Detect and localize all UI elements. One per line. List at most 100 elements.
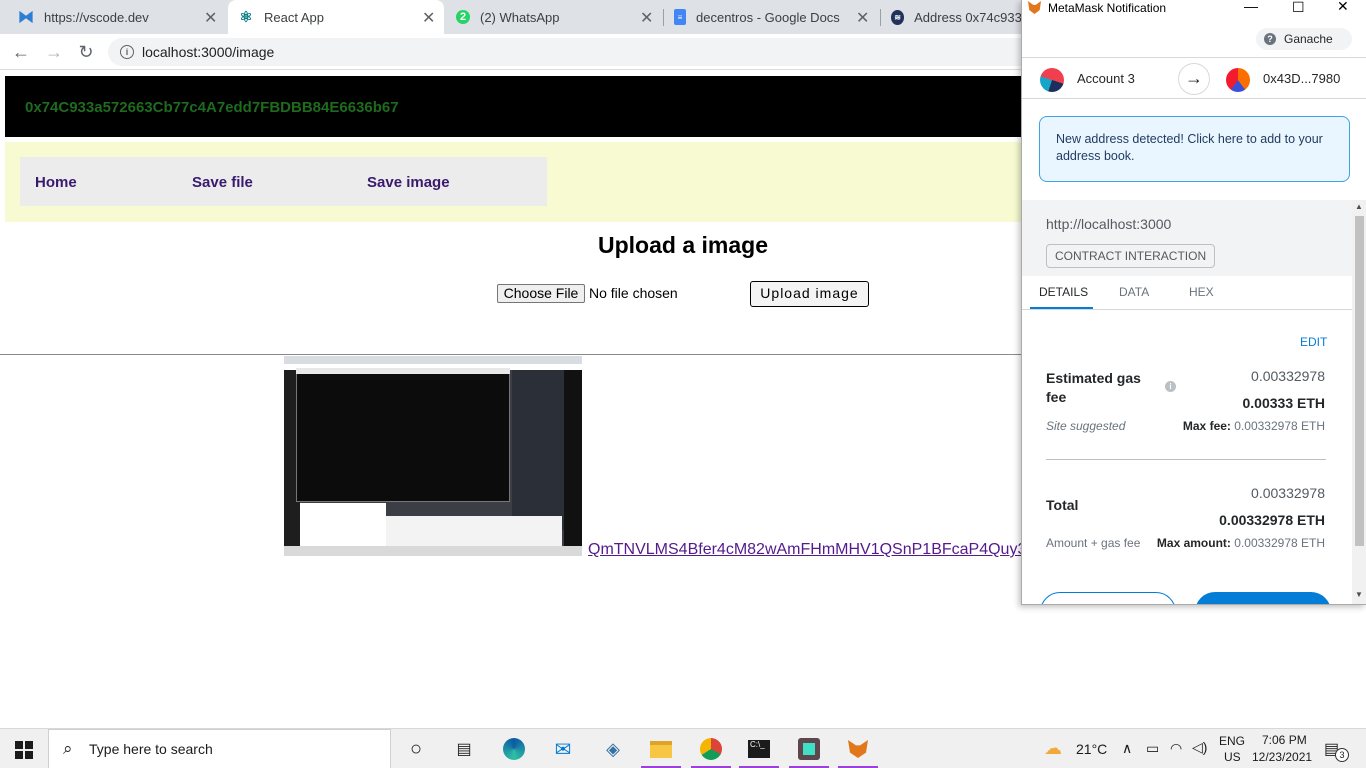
close-window-button[interactable]: ✕ [1337, 0, 1349, 15]
origin-section: http://localhost:3000 CONTRACT INTERACTI… [1022, 200, 1352, 276]
gas-fee-label: Estimated gas fee [1046, 369, 1141, 407]
reject-button[interactable] [1040, 592, 1176, 604]
windows-start-button[interactable] [15, 741, 33, 759]
terminal-icon[interactable]: C:\_ [748, 740, 770, 758]
mail-icon[interactable]: ✉ [551, 737, 575, 761]
gas-fee-label-line2: fee [1046, 389, 1067, 405]
forward-button[interactable]: → [42, 40, 66, 64]
metamask-window-title: MetaMask Notification [1048, 1, 1167, 15]
minimize-button[interactable]: — [1244, 0, 1258, 14]
close-tab-icon[interactable]: ✕ [856, 8, 869, 28]
tab-title: (2) WhatsApp [480, 9, 560, 25]
chrome-icon[interactable] [700, 738, 722, 760]
confirm-button[interactable] [1195, 592, 1331, 604]
edge-icon[interactable] [503, 738, 525, 760]
total-label: Total [1046, 497, 1079, 513]
file-explorer-icon[interactable] [650, 740, 672, 758]
site-info-icon[interactable]: i [120, 45, 134, 59]
max-fee: Max fee: 0.00332978 ETH [1183, 419, 1325, 433]
metamask-popup: MetaMask Notification — ☐ ✕ ? Ganache Ac… [1021, 0, 1366, 605]
tab-title: Address 0x74c933a5 [914, 9, 1021, 25]
max-fee-value: 0.00332978 ETH [1234, 419, 1325, 433]
weather-temp[interactable]: 21°C [1076, 741, 1107, 757]
wallet-address-header: 0x74C933a572663Cb77c4A7edd7FBDBB84E6636b… [5, 76, 1075, 137]
maximize-button[interactable]: ☐ [1292, 0, 1305, 16]
nav-save-file-link[interactable]: Save file [192, 174, 253, 191]
total-eth: 0.00332978 ETH [1219, 512, 1325, 528]
language-bottom[interactable]: US [1224, 750, 1241, 764]
battery-icon[interactable]: ▭ [1146, 740, 1159, 757]
section-divider [1046, 459, 1326, 460]
total-value: 0.00332978 [1251, 485, 1325, 501]
gas-fee-label-line1: Estimated gas [1046, 370, 1141, 386]
max-amount: Max amount: 0.00332978 ETH [1157, 536, 1325, 550]
nav-home-link[interactable]: Home [35, 174, 77, 191]
tab-react-app[interactable]: ⚛ React App ✕ [228, 0, 444, 34]
clock-date[interactable]: 12/23/2021 [1252, 750, 1312, 764]
docs-icon: ≡ [674, 9, 686, 25]
address-bar[interactable]: i localhost:3000/image [108, 38, 1108, 66]
total-subtitle: Amount + gas fee [1046, 536, 1141, 550]
volume-icon[interactable]: ◁) [1192, 739, 1207, 756]
scroll-up-icon[interactable]: ▲ [1355, 202, 1363, 211]
max-fee-label: Max fee: [1182, 419, 1231, 433]
tab-separator [880, 9, 881, 26]
language-top[interactable]: ENG [1219, 734, 1245, 748]
close-tab-icon[interactable]: ✕ [204, 8, 217, 28]
sender-account[interactable]: Account 3 [1077, 71, 1135, 86]
tab-whatsapp[interactable]: 2 (2) WhatsApp ✕ [456, 0, 661, 34]
recipient-avatar-icon [1226, 68, 1250, 92]
metamask-fox-icon [1028, 1, 1041, 14]
taskbar-search[interactable]: ⌕ Type here to search [48, 729, 391, 768]
metamask-taskbar-icon[interactable] [848, 740, 868, 758]
ganache-icon[interactable] [798, 738, 820, 760]
max-amount-label: Max amount: [1156, 536, 1231, 550]
nav-bar: Home Save file Save image [20, 157, 547, 206]
choose-file-button[interactable]: Choose File [497, 284, 585, 303]
scrollbar[interactable]: ▲ ▼ [1352, 200, 1366, 604]
tray-expand-icon[interactable]: ∧ [1122, 740, 1132, 757]
tab-title: decentros - Google Docs [696, 9, 840, 25]
tab-data[interactable]: DATA [1119, 285, 1149, 299]
cortana-icon[interactable]: ○ [404, 737, 428, 761]
wallet-address: 0x74C933a572663Cb77c4A7edd7FBDBB84E6636b… [25, 99, 399, 116]
back-button[interactable]: ← [9, 40, 33, 64]
edit-gas-button[interactable]: EDIT [1300, 335, 1327, 349]
tab-separator [663, 9, 664, 26]
uploaded-image-thumbnail[interactable] [284, 356, 582, 556]
reload-button[interactable]: ↻ [74, 40, 98, 64]
scrollbar-thumb[interactable] [1355, 216, 1364, 546]
max-amount-value: 0.00332978 ETH [1234, 536, 1325, 550]
etherscan-icon: ≋ [891, 9, 905, 25]
search-placeholder: Type here to search [89, 741, 213, 757]
close-tab-icon[interactable]: ✕ [422, 8, 435, 28]
tab-etherscan[interactable]: ≋ Address 0x74c933a5 [891, 0, 1021, 34]
windows-taskbar: ⌕ Type here to search ○ ▤ ✉ ◈ C:\_ ☁ 21°… [0, 728, 1366, 768]
origin-url: http://localhost:3000 [1046, 216, 1172, 232]
info-icon[interactable]: i [1165, 381, 1176, 392]
close-tab-icon[interactable]: ✕ [640, 8, 653, 28]
upload-image-button[interactable]: Upload image [750, 281, 869, 307]
ipfs-hash-link[interactable]: QmTNVLMS4Bfer4cM82wAmFHmMHV1QSnP1BFcaP4Q… [588, 541, 1022, 559]
metamask-titlebar: MetaMask Notification — ☐ ✕ [1022, 0, 1366, 16]
tab-vscode[interactable]: ⧓ https://vscode.dev ✕ [18, 0, 223, 34]
tab-title: React App [264, 9, 324, 25]
tab-details[interactable]: DETAILS [1039, 285, 1088, 299]
wifi-icon[interactable]: ◠ [1170, 740, 1182, 757]
file-status-text: No file chosen [589, 285, 678, 301]
scroll-down-icon[interactable]: ▼ [1355, 590, 1363, 599]
weather-icon[interactable]: ☁ [1044, 738, 1062, 759]
task-view-icon[interactable]: ▤ [452, 737, 476, 761]
new-address-notice[interactable]: New address detected! Click here to add … [1039, 116, 1350, 182]
tab-google-docs[interactable]: ≡ decentros - Google Docs ✕ [674, 0, 879, 34]
recipient-address[interactable]: 0x43D...7980 [1263, 71, 1340, 86]
nav-save-image-link[interactable]: Save image [367, 174, 450, 191]
python-icon[interactable]: ◈ [601, 737, 625, 761]
clock-time[interactable]: 7:06 PM [1262, 733, 1307, 747]
network-help-icon: ? [1264, 33, 1276, 45]
network-name: Ganache [1284, 32, 1333, 46]
tab-hex[interactable]: HEX [1189, 285, 1214, 299]
network-selector[interactable]: ? Ganache [1256, 28, 1352, 50]
react-icon: ⚛ [239, 9, 253, 26]
arrow-right-icon: → [1178, 63, 1210, 95]
